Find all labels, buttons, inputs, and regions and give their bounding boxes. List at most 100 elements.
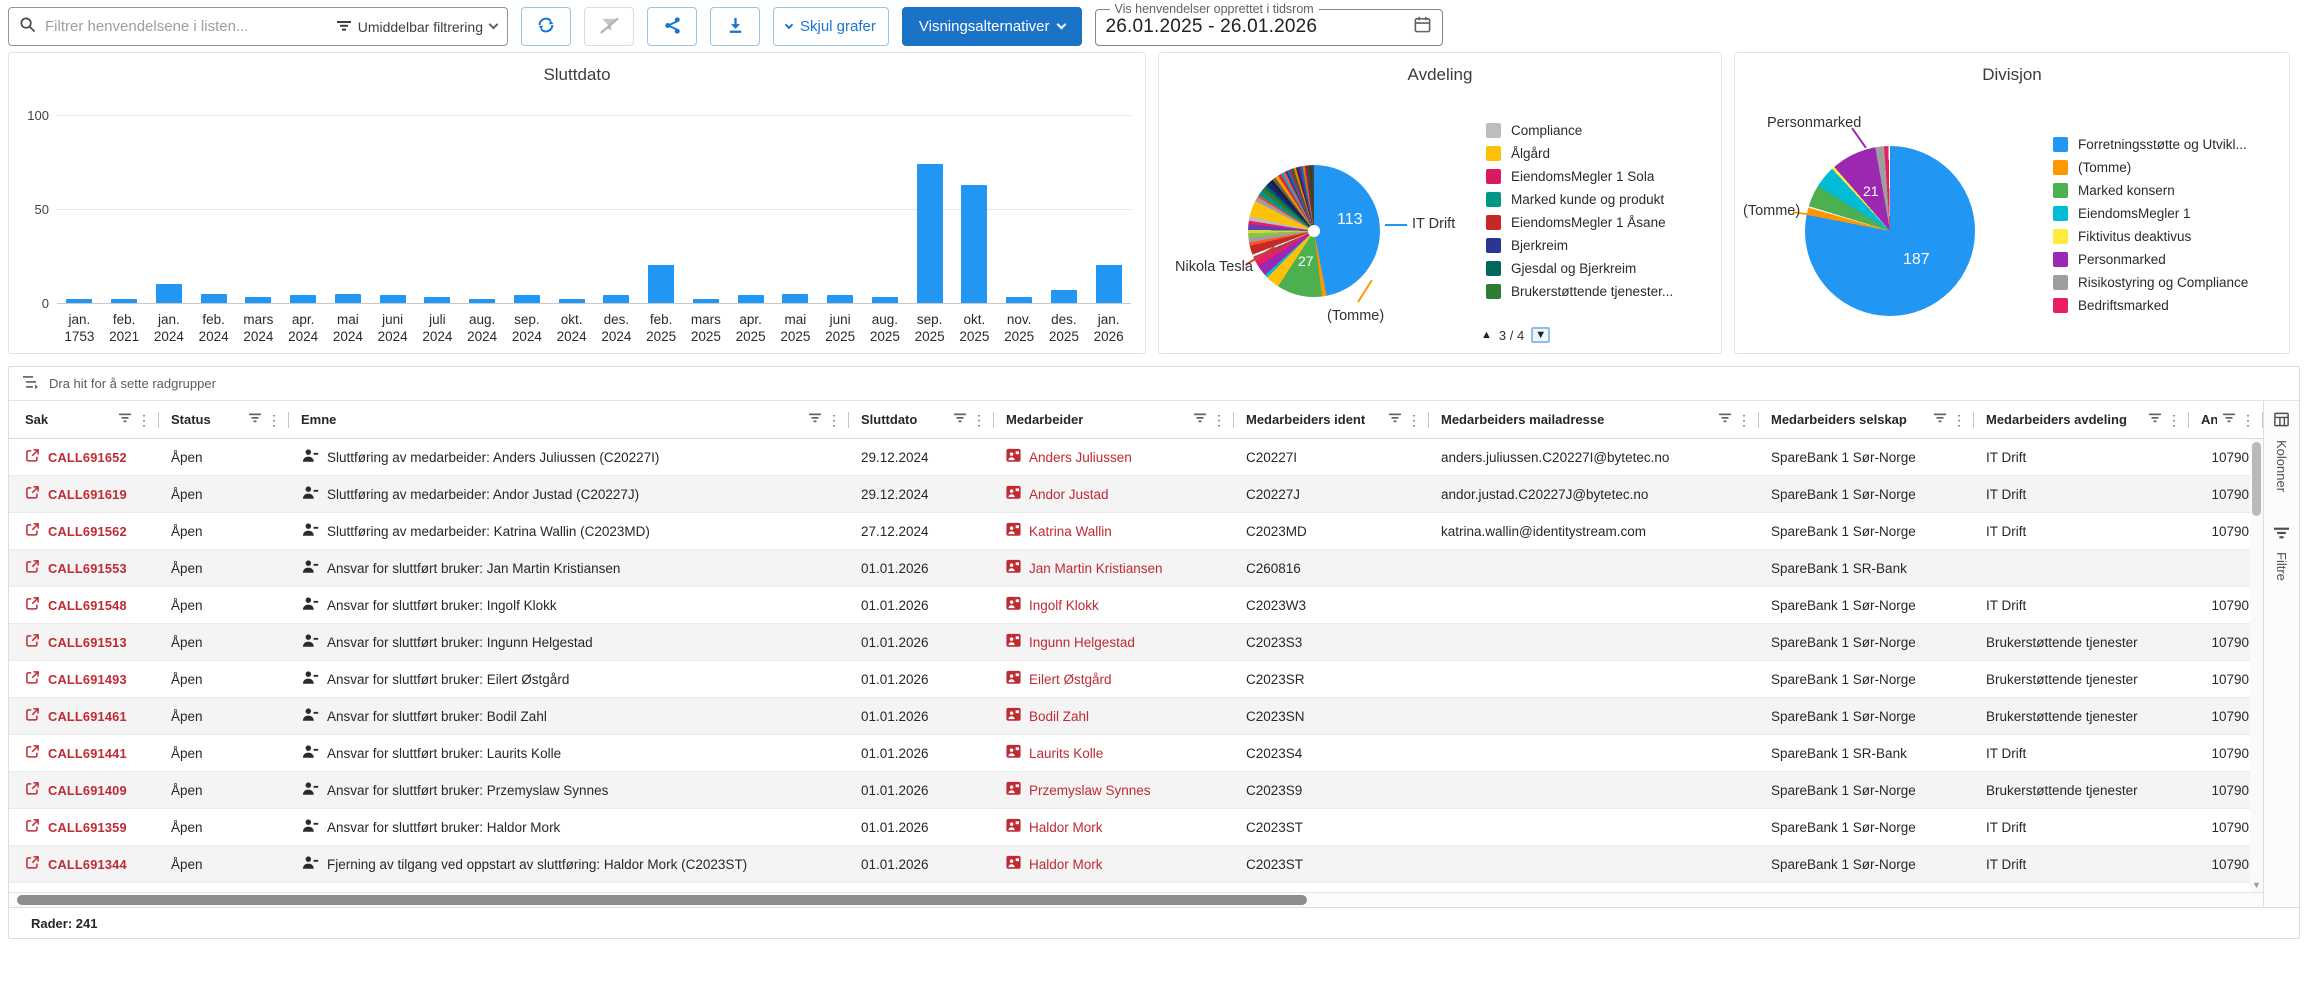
employee-link[interactable]: Katrina Wallin <box>1029 524 1112 539</box>
case-link[interactable]: CALL691513 <box>48 635 127 650</box>
legend-page-down-icon[interactable]: ▼ <box>1531 327 1550 343</box>
employee-link[interactable]: Bodil Zahl <box>1029 709 1089 724</box>
search-box[interactable]: Umiddelbar filtrering <box>8 7 508 46</box>
employee-link[interactable]: Przemyslaw Synnes <box>1029 783 1151 798</box>
case-link[interactable]: CALL691562 <box>48 524 127 539</box>
open-case-icon[interactable] <box>25 818 40 836</box>
vertical-scrollbar-thumb[interactable] <box>2252 442 2261 516</box>
column-filter-icon[interactable] <box>1934 411 1946 429</box>
horizontal-scrollbar[interactable] <box>9 892 2263 907</box>
case-link[interactable]: CALL691441 <box>48 746 127 761</box>
column-header-emne[interactable]: Emne⋮ <box>289 401 849 438</box>
case-link[interactable]: CALL691493 <box>48 672 127 687</box>
employee-link[interactable]: Laurits Kolle <box>1029 746 1103 761</box>
table-row[interactable]: CALL691619ÅpenSluttføring av medarbeider… <box>9 476 2263 513</box>
employee-link[interactable]: Haldor Mork <box>1029 857 1103 872</box>
table-row[interactable]: CALL691553ÅpenAnsvar for sluttført bruke… <box>9 550 2263 587</box>
vertical-scrollbar[interactable]: ▼ <box>2250 439 2263 892</box>
side-tab-filtre[interactable]: Filtre <box>2274 526 2289 581</box>
employee-link[interactable]: Ingunn Helgestad <box>1029 635 1135 650</box>
open-case-icon[interactable] <box>25 448 40 466</box>
column-filter-icon[interactable] <box>1719 411 1731 429</box>
table-row[interactable]: CALL691493ÅpenAnsvar for sluttført bruke… <box>9 661 2263 698</box>
table-row[interactable]: CALL691441ÅpenAnsvar for sluttført bruke… <box>9 735 2263 772</box>
side-tab-kolonner[interactable]: Kolonner <box>2273 411 2290 492</box>
employee-link[interactable]: Eilert Østgård <box>1029 672 1112 687</box>
table-row[interactable]: CALL691344ÅpenFjerning av tilgang ved op… <box>9 846 2263 883</box>
column-filter-icon[interactable] <box>119 411 131 429</box>
filter-mode-dropdown[interactable]: Umiddelbar filtrering <box>337 19 497 35</box>
column-filter-icon[interactable] <box>954 411 966 429</box>
column-filter-icon[interactable] <box>809 411 821 429</box>
calendar-icon[interactable] <box>1413 15 1432 39</box>
employee-link[interactable]: Anders Juliussen <box>1029 450 1132 465</box>
table-row[interactable]: CALL691652ÅpenSluttføring av medarbeider… <box>9 439 2263 476</box>
date-range-field[interactable]: Vis henvendelser opprettet i tidsrom 26.… <box>1095 2 1443 46</box>
legend-page-up-icon[interactable]: ▲ <box>1481 329 1492 341</box>
column-menu-icon[interactable]: ⋮ <box>1407 414 1421 426</box>
column-header-avdeling[interactable]: Medarbeiders avdeling⋮ <box>1974 401 2189 438</box>
download-button[interactable] <box>710 7 760 46</box>
column-filter-icon[interactable] <box>1389 411 1401 429</box>
table-row[interactable]: CALL691461ÅpenAnsvar for sluttført bruke… <box>9 698 2263 735</box>
employee-link[interactable]: Jan Martin Kristiansen <box>1029 561 1163 576</box>
table-row[interactable]: CALL691513ÅpenAnsvar for sluttført bruke… <box>9 624 2263 661</box>
case-link[interactable]: CALL691344 <box>48 857 127 872</box>
employee-link[interactable]: Haldor Mork <box>1029 820 1103 835</box>
column-header-ident[interactable]: Medarbeiders ident⋮ <box>1234 401 1429 438</box>
column-menu-icon[interactable]: ⋮ <box>137 414 151 426</box>
column-menu-icon[interactable]: ⋮ <box>1952 414 1966 426</box>
column-header-ansvarssted[interactable]: Ansvarssted⋮ <box>2189 401 2263 438</box>
date-range-value[interactable]: 26.01.2025 - 26.01.2026 <box>1106 16 1318 38</box>
case-link[interactable]: CALL691553 <box>48 561 127 576</box>
open-case-icon[interactable] <box>25 781 40 799</box>
column-menu-icon[interactable]: ⋮ <box>2167 414 2181 426</box>
open-case-icon[interactable] <box>25 596 40 614</box>
open-case-icon[interactable] <box>25 707 40 725</box>
column-header-sluttdato[interactable]: Sluttdato⋮ <box>849 401 994 438</box>
open-case-icon[interactable] <box>25 559 40 577</box>
refresh-button[interactable] <box>521 7 571 46</box>
open-case-icon[interactable] <box>25 633 40 651</box>
search-input[interactable] <box>45 18 328 35</box>
table-row[interactable]: CALL691359ÅpenAnsvar for sluttført bruke… <box>9 809 2263 846</box>
column-menu-icon[interactable]: ⋮ <box>972 414 986 426</box>
horizontal-scrollbar-thumb[interactable] <box>17 895 1307 905</box>
table-row[interactable]: CALL691409ÅpenAnsvar for sluttført bruke… <box>9 772 2263 809</box>
case-link[interactable]: CALL691461 <box>48 709 127 724</box>
column-header-medarbeider[interactable]: Medarbeider⋮ <box>994 401 1234 438</box>
column-menu-icon[interactable]: ⋮ <box>267 414 281 426</box>
open-case-icon[interactable] <box>25 855 40 873</box>
case-link[interactable]: CALL691619 <box>48 487 127 502</box>
case-link[interactable]: CALL691359 <box>48 820 127 835</box>
column-menu-icon[interactable]: ⋮ <box>827 414 841 426</box>
column-filter-icon[interactable] <box>2223 411 2235 429</box>
employee-link[interactable]: Andor Justad <box>1029 487 1109 502</box>
open-case-icon[interactable] <box>25 485 40 503</box>
column-header-selskap[interactable]: Medarbeiders selskap⋮ <box>1759 401 1974 438</box>
column-menu-icon[interactable]: ⋮ <box>1737 414 1751 426</box>
column-filter-icon[interactable] <box>249 411 261 429</box>
column-header-mail[interactable]: Medarbeiders mailadresse⋮ <box>1429 401 1759 438</box>
column-header-status[interactable]: Status⋮ <box>159 401 289 438</box>
table-row[interactable]: CALL691562ÅpenSluttføring av medarbeider… <box>9 513 2263 550</box>
share-button[interactable] <box>647 7 697 46</box>
clear-filter-button[interactable] <box>584 7 634 46</box>
hide-charts-button[interactable]: Skjul grafer <box>773 7 889 46</box>
table-row-partial[interactable] <box>9 883 2263 892</box>
case-link[interactable]: CALL691548 <box>48 598 127 613</box>
open-case-icon[interactable] <box>25 744 40 762</box>
view-options-button[interactable]: Visningsalternativer <box>902 7 1082 46</box>
table-row[interactable]: CALL691548ÅpenAnsvar for sluttført bruke… <box>9 587 2263 624</box>
row-group-dropzone[interactable]: Dra hit for å sette radgrupper <box>9 367 2299 401</box>
column-menu-icon[interactable]: ⋮ <box>1212 414 1226 426</box>
column-filter-icon[interactable] <box>1194 411 1206 429</box>
case-link[interactable]: CALL691652 <box>48 450 127 465</box>
open-case-icon[interactable] <box>25 670 40 688</box>
column-filter-icon[interactable] <box>2149 411 2161 429</box>
employee-link[interactable]: Ingolf Klokk <box>1029 598 1099 613</box>
open-case-icon[interactable] <box>25 522 40 540</box>
scroll-down-icon[interactable]: ▼ <box>2252 880 2261 890</box>
column-menu-icon[interactable]: ⋮ <box>2241 414 2255 426</box>
column-header-sak[interactable]: Sak⋮ <box>9 401 159 438</box>
